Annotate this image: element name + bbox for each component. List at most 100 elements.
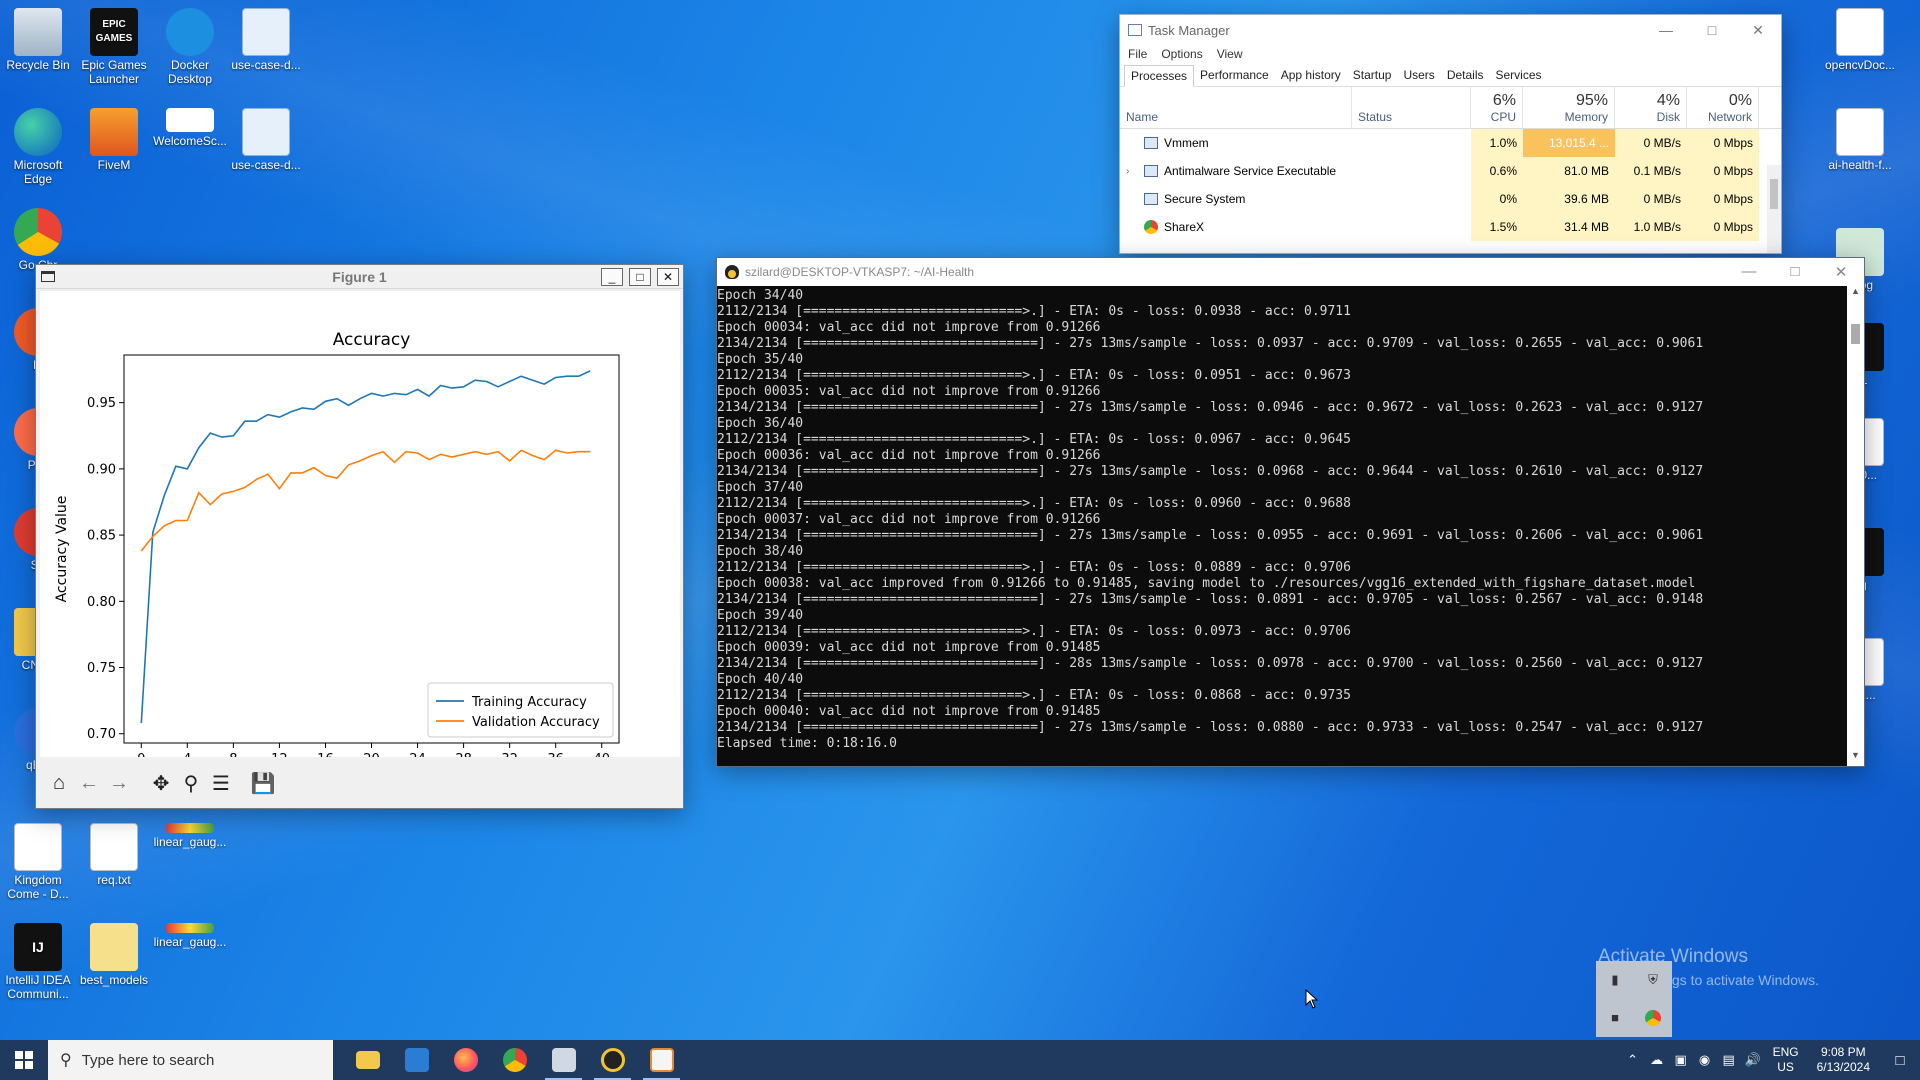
language-indicator[interactable]: ENG US [1765, 1045, 1807, 1075]
desktop-icon[interactable]: Go Chr [0, 208, 76, 272]
clock[interactable]: 9:08 PM 6/13/2024 [1807, 1045, 1880, 1075]
desktop-icon[interactable]: FiveM [76, 108, 152, 172]
scroll-up-icon[interactable]: ▲ [1847, 286, 1864, 302]
terminal-window: szilard@DESKTOP-VTKASP7: ~/AI-Health — □… [716, 257, 1865, 767]
tab-details[interactable]: Details [1441, 65, 1490, 86]
column-name[interactable]: Name [1120, 87, 1352, 128]
menu-file[interactable]: File [1128, 47, 1147, 63]
desktop-app-icon [14, 8, 62, 56]
firefox-icon[interactable] [441, 1040, 490, 1080]
close-button[interactable]: ✕ [657, 267, 679, 286]
app-tray-icon[interactable]: ■ [1607, 1010, 1623, 1026]
mail-icon[interactable] [392, 1040, 441, 1080]
terminal-line: 2112/2134 [============================>… [717, 368, 1351, 383]
menu-options[interactable]: Options [1161, 47, 1202, 63]
tray-app-icon[interactable]: ▣ [1669, 1052, 1693, 1068]
desktop-icon[interactable]: IJ IntelliJ IDEA Communi... [0, 923, 76, 1001]
zoom-icon[interactable]: ⚲ [178, 770, 204, 796]
desktop-icon-label: Microsoft Edge [13, 158, 63, 186]
column-disk[interactable]: 4% Disk [1615, 87, 1687, 128]
forward-icon[interactable]: → [106, 770, 132, 796]
process-row[interactable]: ShareX 1.5% 31.4 MB 1.0 MB/s 0 Mbps [1120, 213, 1781, 241]
desktop-icon[interactable]: EPIC GAMES Epic Games Launcher [76, 8, 152, 86]
terminal-scrollbar[interactable]: ▲ ▼ [1847, 286, 1864, 766]
minimize-button[interactable]: — [1726, 263, 1772, 281]
column-cpu[interactable]: 6% CPU [1471, 87, 1523, 128]
process-row[interactable]: › Antimalware Service Executable 0.6% 81.0 … [1120, 157, 1781, 185]
chevron-up-icon[interactable]: ⌃ [1621, 1052, 1645, 1068]
figure-title: Figure 1 [332, 268, 387, 285]
process-icon [1144, 193, 1158, 205]
tab-users[interactable]: Users [1397, 65, 1440, 86]
desktop-icon[interactable]: use-case-d... [228, 8, 304, 72]
tab-services[interactable]: Services [1490, 65, 1548, 86]
column-memory[interactable]: 95% Memory [1523, 87, 1615, 128]
desktop-icon[interactable]: best_models [76, 923, 152, 987]
process-network: 0 Mbps [1687, 129, 1759, 157]
desktop-icon-label: linear_gaug... [153, 835, 227, 849]
desktop-icon[interactable]: WelcomeSc... [152, 108, 228, 148]
close-button[interactable]: ✕ [1818, 263, 1864, 281]
process-icon [1144, 220, 1158, 234]
process-row[interactable]: Vmmem 1.0% 13,015.4 ... 0 MB/s 0 Mbps [1120, 129, 1781, 157]
task-manager-titlebar[interactable]: Task Manager — □ ✕ [1120, 15, 1781, 45]
tab-startup[interactable]: Startup [1347, 65, 1398, 86]
desktop-icon[interactable]: linear_gaug... [152, 823, 228, 849]
scroll-down-icon[interactable]: ▼ [1847, 750, 1864, 766]
desktop-icon[interactable]: use-case-d... [228, 108, 304, 172]
terminal-output[interactable]: Epoch 34/40 2112/2134 [==================… [717, 286, 1847, 764]
minimize-button[interactable]: _ [601, 267, 623, 286]
network-icon[interactable]: ▤ [1717, 1052, 1741, 1068]
maximize-button[interactable]: □ [1689, 22, 1735, 39]
volume-icon[interactable]: 🔊 [1741, 1052, 1765, 1068]
scroll-thumb[interactable] [1851, 324, 1860, 344]
wsl-tux-icon[interactable] [588, 1040, 637, 1080]
close-button[interactable]: ✕ [1735, 22, 1781, 39]
back-icon[interactable]: ← [76, 770, 102, 796]
terminal-titlebar[interactable]: szilard@DESKTOP-VTKASP7: ~/AI-Health — □… [717, 258, 1864, 286]
cloud-icon[interactable]: ☁ [1645, 1052, 1669, 1068]
start-button[interactable] [0, 1040, 48, 1080]
chevron-right-icon[interactable]: › [1126, 166, 1138, 177]
task-manager-scrollbar[interactable] [1767, 165, 1781, 253]
taskbar-search[interactable]: ⚲ Type here to search [48, 1040, 333, 1080]
figure-titlebar[interactable]: Figure 1 _ □ ✕ [36, 265, 683, 289]
desktop-icon[interactable]: ai-health-f... [1822, 108, 1898, 172]
figure-canvas[interactable]: Accuracy 0 4 8 12 16 20 24 28 32 36 40 0.70 0.75 0.80 0… [40, 291, 680, 785]
process-name: ShareX [1120, 213, 1352, 241]
process-row[interactable]: Secure System 0% 39.6 MB 0 MB/s 0 Mbps [1120, 185, 1781, 213]
desktop-icon[interactable]: Recycle Bin [0, 8, 76, 72]
pan-icon[interactable]: ✥ [148, 770, 174, 796]
desktop-icon[interactable]: Microsoft Edge [0, 108, 76, 186]
save-icon[interactable]: 💾 [250, 770, 276, 796]
desktop-icon[interactable]: Docker Desktop [152, 8, 228, 86]
notification-icon[interactable]: □ [1880, 1052, 1920, 1069]
chrome-tray-icon[interactable] [1645, 1010, 1661, 1026]
y-tick-label: 0.75 [87, 661, 116, 676]
desktop-icon[interactable]: Kingdom Come - D... [0, 823, 76, 901]
process-memory: 39.6 MB [1523, 185, 1615, 213]
process-cpu: 0% [1471, 185, 1523, 213]
tab-app-history[interactable]: App history [1275, 65, 1347, 86]
python-figure-icon[interactable] [637, 1040, 686, 1080]
menu-view[interactable]: View [1217, 47, 1243, 63]
series-line-training [140, 370, 591, 724]
column-network[interactable]: 0% Network [1687, 87, 1759, 128]
tab-performance[interactable]: Performance [1194, 65, 1275, 86]
home-icon[interactable]: ⌂ [46, 770, 72, 796]
maximize-button[interactable]: □ [1772, 263, 1818, 281]
desktop-icon[interactable]: opencvDoc... [1822, 8, 1898, 72]
minimize-button[interactable]: — [1643, 22, 1689, 39]
image-viewer-icon[interactable] [539, 1040, 588, 1080]
chrome-icon[interactable] [490, 1040, 539, 1080]
usb-icon[interactable]: ▮ [1607, 972, 1623, 988]
configure-icon[interactable]: ☰ [208, 770, 234, 796]
meeting-icon[interactable]: ◉ [1693, 1052, 1717, 1068]
file-explorer-icon[interactable] [343, 1040, 392, 1080]
desktop-icon[interactable]: req.txt [76, 823, 152, 887]
maximize-button[interactable]: □ [629, 267, 651, 286]
tab-processes[interactable]: Processes [1124, 65, 1195, 87]
column-status[interactable]: Status [1352, 87, 1471, 128]
desktop-icon[interactable]: linear_gaug... [152, 923, 228, 949]
security-shield-icon[interactable]: ⛨ [1645, 972, 1661, 988]
